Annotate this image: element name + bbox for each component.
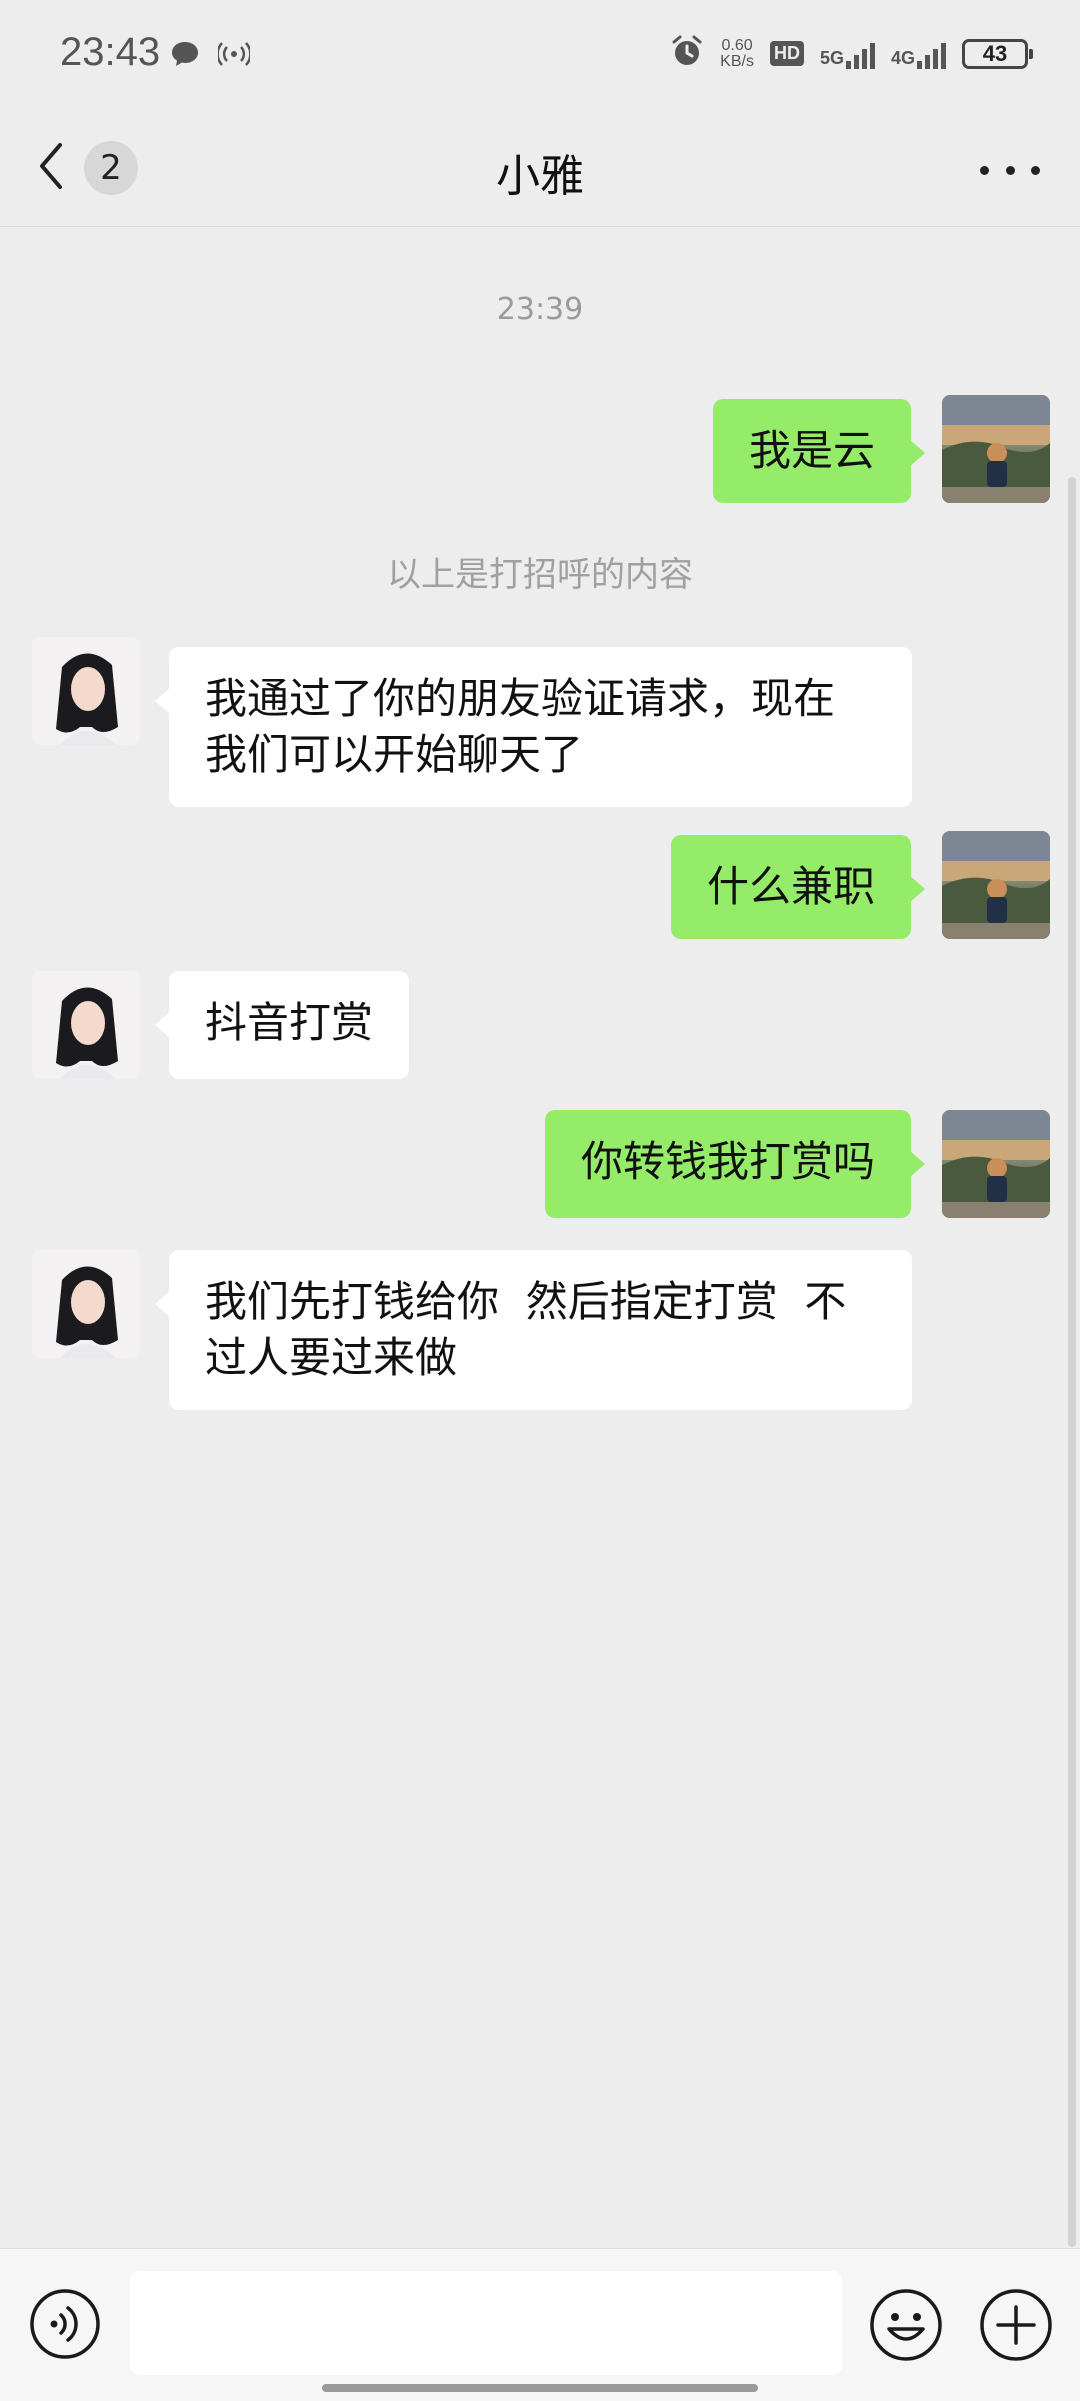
- network-speed: 0.60 KB/s: [720, 36, 754, 70]
- message-row: 我们先打钱给你 然后指定打赏 不过人要过来做: [0, 1250, 1080, 1414]
- voice-input-button[interactable]: [28, 2287, 102, 2361]
- more-dot: [1005, 165, 1015, 175]
- my-avatar[interactable]: [942, 395, 1050, 503]
- avatar-image: [942, 1110, 1050, 1218]
- message-row: 你转钱我打赏吗: [0, 1110, 1080, 1220]
- network-speed-value: 0.60: [721, 36, 753, 54]
- my-avatar[interactable]: [942, 831, 1050, 939]
- chat-notification-icon: [170, 40, 200, 72]
- battery-level: 43: [982, 40, 1008, 66]
- home-indicator[interactable]: [322, 2384, 758, 2392]
- battery-indicator: 43: [962, 38, 1033, 69]
- chat-header: 2 小雅: [0, 110, 1080, 227]
- hd-badge: HD: [769, 41, 804, 66]
- message-bubble-outgoing[interactable]: 你转钱我打赏吗: [544, 1110, 926, 1218]
- status-bar: 23:43 0.60 KB/s HD 5G 4G 43: [0, 0, 1080, 110]
- contact-avatar[interactable]: [32, 1250, 140, 1358]
- chat-area[interactable]: 23:39 我是云 以上是打招呼的内容 我通过了你的朋友验证请求，现在我们可以开…: [0, 227, 1080, 2247]
- status-time: 23:43: [60, 30, 161, 74]
- contact-avatar[interactable]: [32, 971, 140, 1079]
- avatar-image: [942, 831, 1050, 939]
- message-bubble-incoming[interactable]: 抖音打赏: [154, 971, 410, 1079]
- more-options-button[interactable]: [980, 150, 1040, 190]
- voice-icon: [30, 2289, 100, 2359]
- message-row: 我通过了你的朋友验证请求，现在我们可以开始聊天了: [0, 637, 1080, 807]
- contact-avatar[interactable]: [32, 637, 140, 745]
- emoji-icon: [870, 2289, 942, 2361]
- signal-bars-icon: [845, 39, 875, 69]
- message-input[interactable]: [130, 2271, 842, 2375]
- message-bubble-incoming[interactable]: 我们先打钱给你 然后指定打赏 不过人要过来做: [155, 1250, 912, 1410]
- more-dots-icon: [980, 165, 989, 175]
- message-row: 我是云: [0, 395, 1080, 505]
- emoji-button[interactable]: [868, 2287, 944, 2363]
- message-timestamp: 23:39: [496, 292, 584, 327]
- status-left-icons: [170, 40, 252, 72]
- message-row: 什么兼职: [0, 831, 1080, 941]
- avatar-image: [32, 637, 140, 745]
- message-row: 抖音打赏: [0, 971, 1080, 1081]
- system-note: 以上是打招呼的内容: [387, 555, 693, 595]
- message-bubble-incoming[interactable]: 我通过了你的朋友验证请求，现在我们可以开始聊天了: [155, 647, 912, 807]
- sim1-label: 5G: [819, 47, 844, 68]
- hotspot-icon: [216, 40, 252, 72]
- network-speed-unit: KB/s: [720, 52, 754, 70]
- signal-sim1: 5G: [820, 39, 875, 69]
- signal-sim2: 4G: [891, 39, 946, 69]
- input-bar: [0, 2248, 1080, 2401]
- sim2-label: 4G: [890, 47, 915, 68]
- plus-icon: [980, 2289, 1052, 2361]
- chat-title: 小雅: [496, 151, 584, 202]
- alarm-icon: [670, 34, 704, 73]
- message-bubble-outgoing[interactable]: 我是云: [712, 399, 926, 503]
- my-avatar[interactable]: [942, 1110, 1050, 1218]
- avatar-image: [32, 1250, 140, 1358]
- status-right: 0.60 KB/s HD 5G 4G 43: [670, 34, 1033, 73]
- avatar-image: [942, 395, 1050, 503]
- more-dot: [1031, 165, 1040, 175]
- signal-bars-icon: [917, 39, 946, 69]
- more-functions-button[interactable]: [978, 2287, 1054, 2363]
- message-bubble-outgoing[interactable]: 什么兼职: [670, 835, 926, 939]
- avatar-image: [32, 971, 140, 1079]
